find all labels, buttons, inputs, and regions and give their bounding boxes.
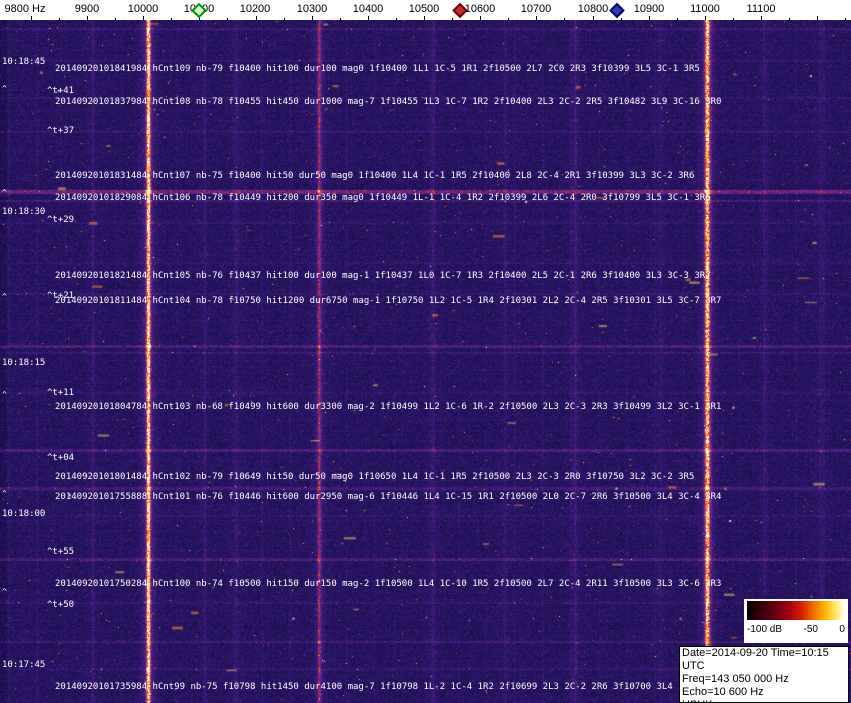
axis-tick (227, 18, 228, 20)
axis-label: 10900 (634, 3, 665, 15)
freq-marker-blue-icon[interactable] (609, 3, 625, 19)
axis-tick (564, 18, 565, 20)
axis-tick (312, 16, 313, 20)
axis-label: 11100 (747, 3, 776, 15)
app-window: 9800 Hz990010000101001020010300104001050… (0, 0, 851, 703)
info-station-code: HPHK (682, 699, 846, 703)
axis-label: 10000 (128, 3, 159, 15)
axis-tick (340, 18, 341, 20)
db-scale-labels: -100 dB -50 0 (747, 624, 845, 635)
axis-label: 10700 (521, 3, 552, 15)
axis-tick (284, 18, 285, 20)
frequency-axis: 9800 Hz990010000101001020010300104001050… (0, 0, 851, 20)
axis-label: 9900 (75, 3, 99, 15)
axis-tick (87, 16, 88, 20)
axis-tick (593, 16, 594, 20)
axis-label: 9800 Hz (5, 3, 46, 15)
axis-tick (396, 18, 397, 20)
axis-tick (536, 16, 537, 20)
axis-tick (845, 18, 846, 20)
db-scale-mid-label: -50 (804, 624, 818, 635)
axis-label: 10400 (353, 3, 384, 15)
axis-label: 10200 (240, 3, 271, 15)
axis-label: 10600 (465, 3, 496, 15)
axis-tick (508, 18, 509, 20)
axis-tick (256, 16, 257, 20)
axis-tick (761, 16, 762, 20)
axis-label: 10500 (409, 3, 440, 15)
axis-tick (677, 18, 678, 20)
info-echo: Echo=10 600 Hz (682, 686, 846, 699)
db-scale-gradient (747, 601, 845, 620)
db-scale-max-label: 0 (839, 624, 845, 635)
axis-tick (368, 16, 369, 20)
info-date-time: Date=2014-09-20 Time=10:15 UTC (682, 647, 846, 673)
axis-tick (789, 18, 790, 20)
axis-tick (452, 18, 453, 20)
observation-info-box: Date=2014-09-20 Time=10:15 UTC Freq=143 … (679, 646, 849, 703)
axis-label: 11000 (690, 3, 720, 15)
axis-tick (817, 16, 818, 20)
info-frequency: Freq=143 050 000 Hz (682, 673, 846, 686)
axis-tick (31, 16, 32, 20)
axis-tick (705, 16, 706, 20)
axis-label: 10300 (297, 3, 328, 15)
axis-tick (424, 16, 425, 20)
axis-tick (59, 18, 60, 20)
axis-tick (115, 18, 116, 20)
axis-tick (733, 18, 734, 20)
axis-label: 10800 (578, 3, 609, 15)
axis-tick (649, 16, 650, 20)
axis-tick (480, 16, 481, 20)
db-scale-min-label: -100 dB (747, 624, 782, 635)
axis-tick (143, 16, 144, 20)
axis-tick (171, 18, 172, 20)
axis-tick (621, 18, 622, 20)
db-scale-panel: -100 dB -50 0 (744, 599, 848, 643)
spectrogram-canvas[interactable] (0, 20, 851, 703)
